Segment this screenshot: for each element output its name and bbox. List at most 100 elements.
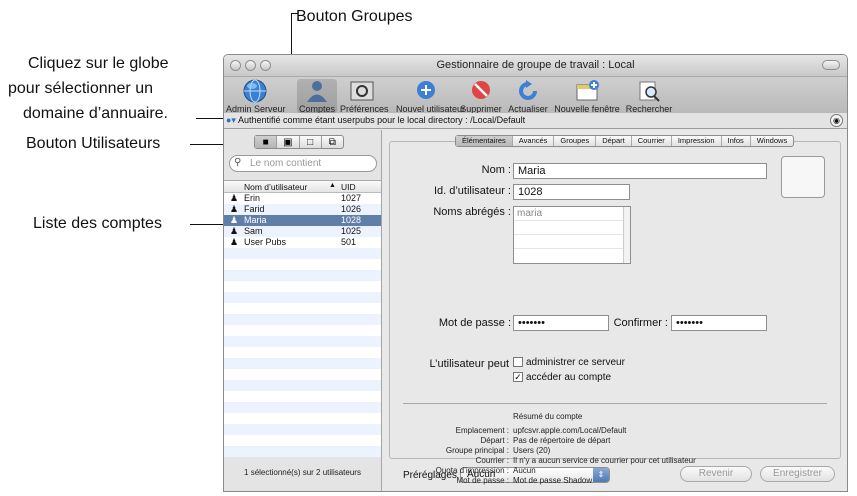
empty-row[interactable] <box>224 281 381 292</box>
empty-row[interactable] <box>224 380 381 391</box>
short-name-item-empty[interactable] <box>514 221 630 235</box>
password-field[interactable]: ••••••• <box>513 315 609 331</box>
search-input[interactable]: Le nom contient <box>229 155 377 172</box>
tab-3[interactable]: Départ <box>596 136 632 146</box>
user-name: Sam <box>244 226 263 236</box>
empty-row[interactable] <box>224 248 381 259</box>
confirm-field[interactable]: ••••••• <box>671 315 767 331</box>
summary-key: Courrier : <box>475 456 509 465</box>
auth-bar: ●▾ Authentifié comme étant userpubs pour… <box>224 113 847 129</box>
directory-globe-icon[interactable]: ●▾ <box>226 115 238 126</box>
empty-row[interactable] <box>224 325 381 336</box>
admin-checkbox-label: administrer ce serveur <box>526 357 625 368</box>
toolbar-toggle-button[interactable] <box>822 60 840 70</box>
empty-row[interactable] <box>224 292 381 303</box>
user-name: Erin <box>244 193 261 203</box>
empty-row[interactable] <box>224 303 381 314</box>
column-header-uid[interactable]: UID <box>341 182 356 192</box>
table-row[interactable]: ♟ Maria 1028 <box>224 215 381 226</box>
computer-groups-button[interactable]: ⧉ <box>322 136 343 148</box>
column-header-name[interactable]: Nom d’utilisateur <box>244 182 307 192</box>
summary-value: Pas de répertoire de départ <box>513 436 611 445</box>
empty-row[interactable] <box>224 336 381 347</box>
toolbar-new-window[interactable]: Nouvelle fenêtre <box>554 79 620 114</box>
empty-row[interactable] <box>224 446 381 457</box>
uid-field[interactable]: 1028 <box>513 184 630 200</box>
tab-4[interactable]: Courrier <box>632 136 672 146</box>
short-names-list[interactable]: maria <box>513 206 631 264</box>
groups-button[interactable]: ▣ <box>277 136 300 148</box>
summary-value: upfcsvr.apple.com/Local/Default <box>513 426 627 435</box>
user-name: Farid <box>244 204 265 214</box>
add-icon <box>417 81 435 99</box>
short-names-label: Noms abrégés : <box>433 206 511 218</box>
table-row[interactable]: ♟ Farid 1026 <box>224 204 381 215</box>
empty-row[interactable] <box>224 270 381 281</box>
short-name-item-empty[interactable] <box>514 235 630 249</box>
short-name-item[interactable]: maria <box>514 207 630 221</box>
empty-row[interactable] <box>224 358 381 369</box>
tab-2[interactable]: Groupes <box>554 136 597 146</box>
tab-6[interactable]: Infos <box>722 136 751 146</box>
toolbar-admin-serveur[interactable]: Admin Serveur <box>226 79 286 114</box>
empty-row[interactable] <box>224 435 381 446</box>
accounts-list[interactable]: Nom d’utilisateur ▲ UID ♟ Erin 1027 ♟ Farid 1… <box>224 180 381 457</box>
save-button[interactable]: Enregistrer <box>760 466 835 482</box>
toolbar-delete[interactable]: Supprimer <box>459 79 503 114</box>
empty-row[interactable] <box>224 424 381 435</box>
toolbar-refresh[interactable]: Actualiser <box>506 79 550 114</box>
empty-row[interactable] <box>224 369 381 380</box>
name-label: Nom : <box>481 164 511 176</box>
toolbar-new-user[interactable]: Nouvel utilisateur <box>396 79 465 114</box>
list-header: Nom d’utilisateur ▲ UID <box>224 181 381 193</box>
admin-checkbox[interactable] <box>513 357 523 368</box>
table-row[interactable]: ♟ Sam 1025 <box>224 226 381 237</box>
short-name-item-empty[interactable] <box>514 249 630 263</box>
empty-row[interactable] <box>224 314 381 325</box>
summary-divider <box>403 403 827 404</box>
summary-key: Groupe principal : <box>445 446 509 455</box>
access-checkbox[interactable]: ✓ <box>513 372 523 383</box>
callout-globe-3: domaine d’annuaire. <box>23 105 168 122</box>
user-uid: 501 <box>341 237 357 247</box>
globe-icon[interactable] <box>240 79 270 103</box>
access-checkbox-row[interactable]: ✓ accéder au compte <box>513 372 611 383</box>
empty-row[interactable] <box>224 402 381 413</box>
empty-row[interactable] <box>224 259 381 270</box>
tab-1[interactable]: Avancés <box>513 136 555 146</box>
revert-button[interactable]: Revenir <box>680 466 752 482</box>
summary-key: Départ : <box>480 436 509 445</box>
access-checkbox-label: accéder au compte <box>526 372 612 383</box>
lock-icon[interactable]: ◉ <box>830 114 843 127</box>
short-names-scrollbar[interactable] <box>623 207 630 263</box>
user-icon: ♟ <box>230 226 239 236</box>
user-icon: ♟ <box>230 204 239 214</box>
tab-7[interactable]: Windows <box>751 136 793 146</box>
uid-label: Id. d’utilisateur : <box>433 185 511 197</box>
selection-status: 1 sélectionné(s) sur 2 utilisateurs <box>244 468 361 477</box>
user-picture-well[interactable] <box>781 156 825 198</box>
empty-row[interactable] <box>224 413 381 424</box>
empty-row[interactable] <box>224 347 381 358</box>
table-row[interactable]: ♟ User Pubs 501 <box>224 237 381 248</box>
toolbar-search[interactable]: Rechercher <box>624 79 674 114</box>
table-row[interactable]: ♟ Erin 1027 <box>224 193 381 204</box>
callout-globe-2: pour sélectionner un <box>8 80 153 97</box>
toolbar-preferences[interactable]: Préférences <box>340 79 389 114</box>
computers-button[interactable]: □ <box>300 136 322 148</box>
tab-0[interactable]: Élémentaires <box>456 136 513 146</box>
sort-ascending-icon: ▲ <box>329 182 336 189</box>
account-detail-panel: Élémentaires Avancés Groupes Départ Courrier… <box>383 130 847 491</box>
tab-5[interactable]: Impression <box>672 136 722 146</box>
summary-title: Résumé du compte <box>513 412 583 421</box>
user-uid: 1026 <box>341 204 362 214</box>
admin-checkbox-row[interactable]: administrer ce serveur <box>513 357 625 368</box>
summary-value: Aucun <box>513 466 536 475</box>
users-button[interactable]: ■ <box>255 136 278 148</box>
callout-accounts-list: Liste des comptes <box>33 215 162 232</box>
empty-row[interactable] <box>224 391 381 402</box>
name-field[interactable]: Maria <box>513 163 767 179</box>
preferences-icon <box>350 81 374 101</box>
toolbar-comptes[interactable]: Comptes <box>297 79 337 114</box>
user-icon: ♟ <box>230 215 239 225</box>
